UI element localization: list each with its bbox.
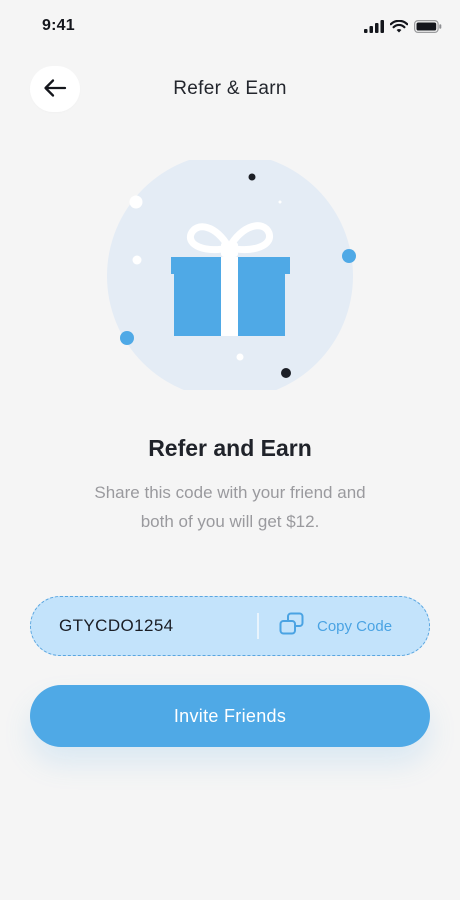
invite-friends-button[interactable]: Invite Friends — [30, 685, 430, 747]
status-icons — [364, 17, 442, 35]
signal-icon — [364, 19, 384, 33]
section-heading: Refer and Earn — [148, 435, 312, 461]
referral-code: GTYCDO1254 — [59, 616, 174, 635]
wifi-icon — [390, 19, 408, 33]
status-time: 9:41 — [42, 17, 75, 34]
header: Refer & Earn — [0, 66, 460, 112]
page-title: Refer & Earn — [173, 78, 287, 99]
battery-icon — [414, 19, 442, 33]
section-description: Share this code with your friend and bot… — [94, 483, 366, 531]
code-divider — [257, 613, 259, 639]
refer-earn-screen: 9:41 Refer & Earn Refer and Earn Share t… — [0, 0, 460, 900]
copy-icon — [279, 612, 305, 640]
gift-icon — [107, 153, 356, 399]
referral-code-box: GTYCDO1254 Copy Code — [30, 596, 430, 656]
gift-illustration — [100, 153, 360, 399]
copy-code-button[interactable]: Copy Code — [275, 605, 415, 647]
copy-code-label: Copy Code — [317, 617, 393, 635]
status-bar: 9:41 — [0, 0, 460, 52]
